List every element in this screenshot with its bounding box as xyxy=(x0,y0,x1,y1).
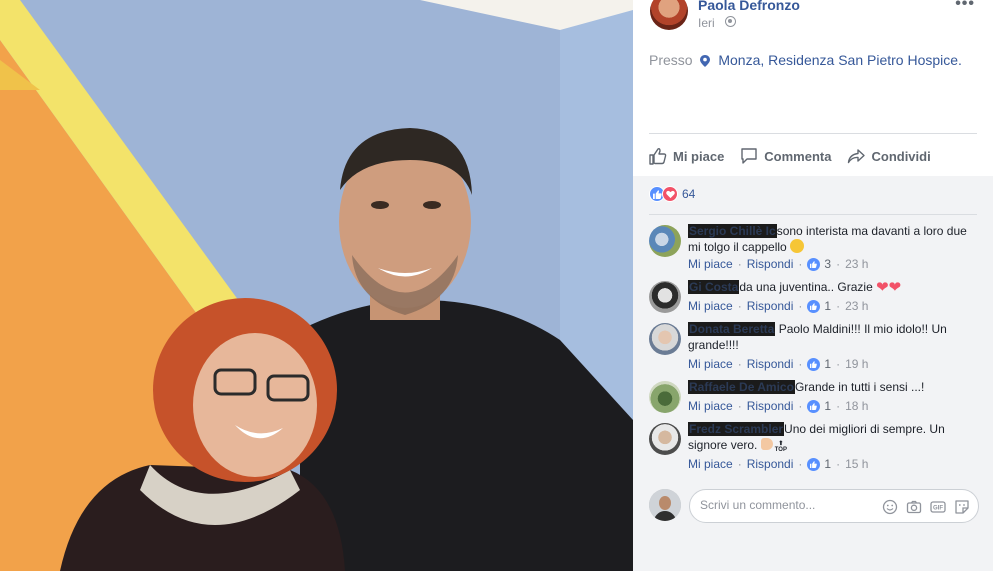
comment-like-link[interactable]: Mi piace xyxy=(688,457,733,471)
emoji-icon[interactable] xyxy=(882,499,898,515)
commenter-avatar[interactable] xyxy=(649,381,681,413)
comment-text: da una juventina.. Grazie xyxy=(739,280,873,294)
love-reaction-icon xyxy=(662,186,678,202)
author-avatar[interactable] xyxy=(650,0,688,30)
comment-time[interactable]: 15 h xyxy=(845,457,868,471)
comment-like-link[interactable]: Mi piace xyxy=(688,299,733,313)
heart-emoji-icon: ❤❤ xyxy=(876,279,902,296)
like-icon xyxy=(807,257,821,271)
like-label: Mi piace xyxy=(673,148,725,164)
comments-section: 64 Sergio Chillè Icsono interista ma dav… xyxy=(633,176,993,571)
post-panel: Paola Defronzo Ieri ••• Presso Monza, Re… xyxy=(633,0,993,571)
comment-meta: Mi piace · Rispondi · 1 · 18 h xyxy=(688,399,869,413)
comment-reply-link[interactable]: Rispondi xyxy=(747,357,794,371)
location-link[interactable]: Monza, Residenza San Pietro Hospice. xyxy=(718,52,962,68)
comment-meta: Mi piace · Rispondi · 3 · 23 h xyxy=(688,257,869,271)
comment-like-link[interactable]: Mi piace xyxy=(688,357,733,371)
comment-like-link[interactable]: Mi piace xyxy=(688,257,733,271)
comment-input[interactable] xyxy=(700,498,870,512)
like-icon xyxy=(807,357,821,371)
comment-time[interactable]: 23 h xyxy=(845,299,868,313)
comment-like-count[interactable]: 1 xyxy=(807,357,831,371)
commenter-name[interactable]: Fredz Scrambler xyxy=(688,422,785,436)
smiling-face-emoji-icon xyxy=(790,239,805,253)
commenter-name[interactable]: Gi Costa xyxy=(688,280,740,294)
like-icon xyxy=(807,299,821,313)
comment-like-count[interactable]: 3 xyxy=(807,257,831,271)
author-name[interactable]: Paola Defronzo xyxy=(698,0,800,13)
commenter-avatar[interactable] xyxy=(649,323,681,355)
top-arrow-icon: ⬆ TOP xyxy=(774,441,787,453)
more-options-icon[interactable]: ••• xyxy=(955,0,975,13)
comment-meta: Mi piace · Rispondi · 1 · 15 h xyxy=(688,457,869,471)
comment-time[interactable]: 23 h xyxy=(845,257,868,271)
post-photo[interactable] xyxy=(0,0,633,571)
comment-reply-link[interactable]: Rispondi xyxy=(747,399,794,413)
commenter-name[interactable]: Donata Beretta xyxy=(688,322,776,336)
divider xyxy=(649,214,977,215)
gif-icon[interactable]: GIF xyxy=(930,499,946,515)
comment-reply-link[interactable]: Rispondi xyxy=(747,457,794,471)
comment-meta: Mi piace · Rispondi · 1 · 23 h xyxy=(688,299,869,313)
comment-text: Grande in tutti i sensi ...! xyxy=(794,380,925,394)
comment-button[interactable]: Commenta xyxy=(740,140,831,172)
share-arrow-icon xyxy=(848,149,866,164)
comment-time[interactable]: 18 h xyxy=(845,399,868,413)
like-icon xyxy=(807,399,821,413)
commenter-avatar[interactable] xyxy=(649,225,681,257)
composer-tools: GIF xyxy=(874,499,970,515)
comment-reply-link[interactable]: Rispondi xyxy=(747,257,794,271)
camera-icon[interactable] xyxy=(906,499,922,515)
current-user-avatar[interactable] xyxy=(649,489,681,521)
commenter-avatar[interactable] xyxy=(649,281,681,313)
post-actions-bar: Mi piace Commenta Condividi xyxy=(649,140,977,172)
like-icon xyxy=(807,457,821,471)
post-header: Paola Defronzo Ieri ••• xyxy=(633,0,993,30)
comment-label: Commenta xyxy=(764,148,832,164)
comment-reply-link[interactable]: Rispondi xyxy=(747,299,794,313)
location-prefix: Presso xyxy=(649,52,693,68)
like-button[interactable]: Mi piace xyxy=(649,140,724,172)
speech-bubble-icon xyxy=(741,148,757,164)
divider xyxy=(649,133,977,134)
commenter-avatar[interactable] xyxy=(649,423,681,455)
reactions-summary[interactable]: 64 xyxy=(649,186,695,202)
pointing-hand-emoji-icon xyxy=(760,438,773,450)
comment-composer: GIF xyxy=(649,489,979,523)
comment-like-link[interactable]: Mi piace xyxy=(688,399,733,413)
share-label: Condividi xyxy=(871,148,931,164)
location-line: Presso Monza, Residenza San Pietro Hospi… xyxy=(649,52,962,68)
comment-time[interactable]: 19 h xyxy=(845,357,868,371)
commenter-name[interactable]: Raffaele De Amico xyxy=(688,380,795,394)
commenter-name[interactable]: Sergio Chillè Ic xyxy=(688,224,777,238)
sticker-icon[interactable] xyxy=(954,499,970,515)
post-timestamp[interactable]: Ieri xyxy=(698,16,715,30)
comment-like-count[interactable]: 1 xyxy=(807,299,831,313)
share-button[interactable]: Condividi xyxy=(847,140,931,172)
globe-icon xyxy=(725,16,736,27)
comment-like-count[interactable]: 1 xyxy=(807,457,831,471)
comment-input-box[interactable]: GIF xyxy=(689,489,979,523)
reaction-count: 64 xyxy=(682,187,696,201)
comment-like-count[interactable]: 1 xyxy=(807,399,831,413)
map-pin-icon xyxy=(700,55,711,67)
svg-text:GIF: GIF xyxy=(933,506,943,512)
comment-meta: Mi piace · Rispondi · 1 · 19 h xyxy=(688,357,869,371)
thumbs-up-icon xyxy=(649,148,667,165)
